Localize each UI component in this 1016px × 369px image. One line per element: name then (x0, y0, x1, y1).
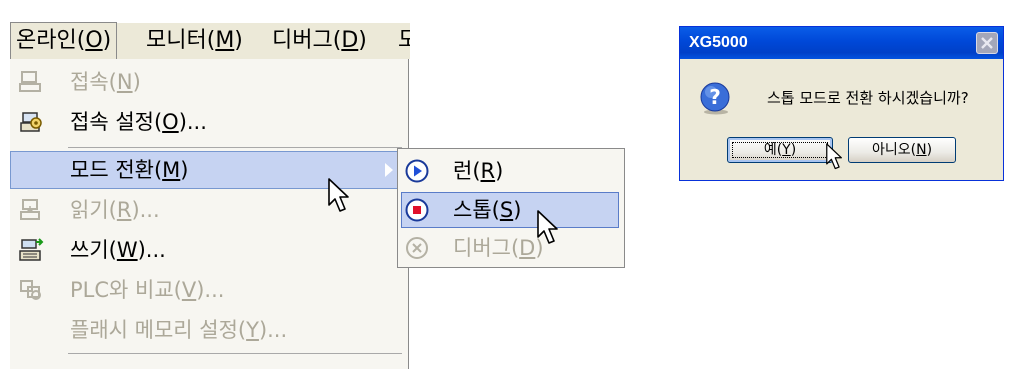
menu-online[interactable]: 온라인(O) (10, 22, 118, 59)
online-dropdown-menu: 접속(N) 접속 설정(O)... 모드 전환(M) 읽기(R)... 쓰기(W… (10, 59, 409, 369)
yes-button[interactable]: 예(Y) (727, 137, 833, 163)
menu-monitor[interactable]: 모니터(M) (146, 23, 243, 59)
no-button[interactable]: 아니오(N) (848, 137, 956, 163)
menu-item-connect[interactable]: 접속(N) (10, 63, 406, 101)
menu-item-connection-settings[interactable]: 접속 설정(O)... (10, 103, 406, 141)
svg-text:?: ? (709, 85, 721, 109)
close-icon (981, 37, 993, 49)
compare-icon (20, 280, 41, 300)
question-icon: ? (700, 82, 730, 115)
menu-item-write[interactable]: 쓰기(W)... (10, 231, 406, 269)
stop-icon (405, 198, 429, 222)
submenu-item-debug[interactable]: 디버그(D) (401, 230, 619, 266)
mouse-cursor-icon (328, 178, 349, 212)
mouse-cursor-icon (537, 210, 558, 244)
dialog-title: XG5000 (689, 34, 748, 51)
debug-icon (406, 237, 428, 259)
mode-switch-submenu: 런(R) 스톱(S) 디버그(D) (397, 148, 625, 268)
focus-rectangle (732, 142, 828, 158)
menu-separator (68, 353, 402, 354)
menu-tools-partial[interactable]: 도 (398, 23, 410, 59)
dialog-close-button[interactable] (976, 32, 998, 54)
connection-settings-icon (20, 112, 42, 132)
menu-separator (68, 147, 402, 148)
menu-item-compare-plc[interactable]: PLC와 비교(V)... (10, 271, 406, 309)
dialog-message: 스톱 모드로 전환 하시겠습니까? (767, 89, 969, 107)
mouse-cursor-icon (826, 143, 842, 170)
read-icon (20, 199, 40, 220)
submenu-arrow-icon (385, 163, 393, 177)
submenu-item-stop[interactable]: 스톱(S) (401, 192, 619, 228)
submenu-item-run[interactable]: 런(R) (401, 153, 619, 189)
write-icon (19, 238, 44, 261)
run-icon (405, 159, 429, 183)
menu-debug[interactable]: 디버그(D) (272, 23, 367, 59)
menu-bar: 온라인(O) 모니터(M) 디버그(D) 도 (10, 22, 410, 59)
menu-item-flash-memory-settings[interactable]: 플래시 메모리 설정(Y)... (10, 311, 406, 349)
dialog-titlebar[interactable]: XG5000 (680, 27, 1003, 59)
connect-icon (19, 71, 41, 92)
